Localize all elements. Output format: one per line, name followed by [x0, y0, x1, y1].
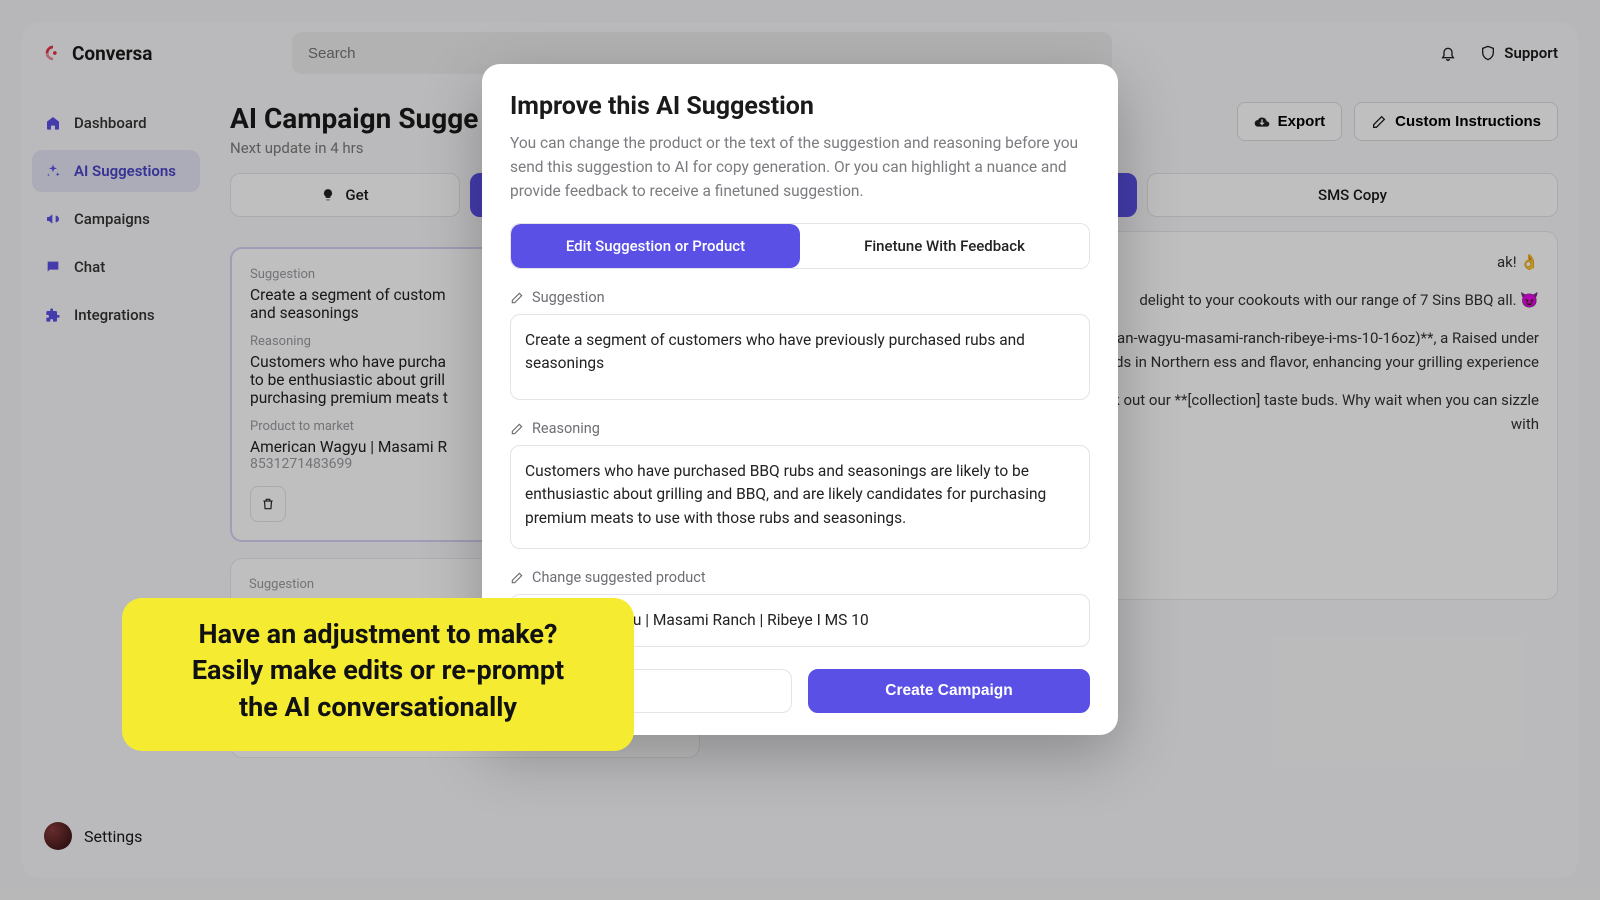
- modal-title: Improve this AI Suggestion: [510, 92, 1090, 121]
- pencil-icon: [510, 291, 524, 305]
- modal-description: You can change the product or the text o…: [510, 131, 1090, 203]
- modal-tabs: Edit Suggestion or Product Finetune With…: [510, 223, 1090, 269]
- suggestion-textarea[interactable]: [510, 314, 1090, 400]
- callout-line: Easily make edits or re-prompt: [150, 652, 606, 688]
- reasoning-textarea[interactable]: [510, 445, 1090, 549]
- callout-line: the AI conversationally: [150, 689, 606, 725]
- create-campaign-button[interactable]: Create Campaign: [808, 669, 1090, 713]
- marketing-callout: Have an adjustment to make? Easily make …: [122, 598, 634, 751]
- tab-finetune-feedback[interactable]: Finetune With Feedback: [800, 224, 1089, 268]
- suggestion-field-label: Suggestion: [510, 289, 1090, 306]
- pencil-icon: [510, 571, 524, 585]
- reasoning-field-label: Reasoning: [510, 420, 1090, 437]
- product-field-label: Change suggested product: [510, 569, 1090, 586]
- pencil-icon: [510, 422, 524, 436]
- callout-line: Have an adjustment to make?: [150, 616, 606, 652]
- tab-edit-suggestion[interactable]: Edit Suggestion or Product: [511, 224, 800, 268]
